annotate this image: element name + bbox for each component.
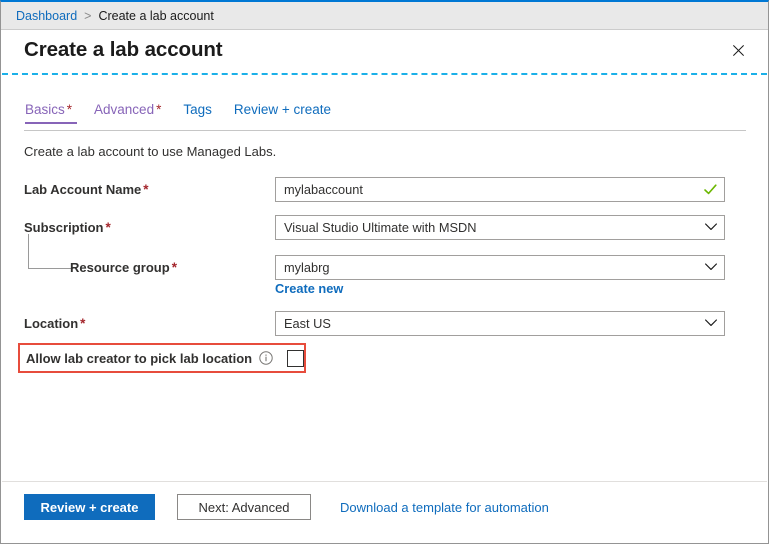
tab-basics-label: Basics <box>25 102 65 117</box>
tab-tags[interactable]: Tags <box>172 102 223 124</box>
breadcrumb-current-page: Create a lab account <box>98 8 214 23</box>
review-create-button[interactable]: Review + create <box>24 494 155 520</box>
tab-tags-label: Tags <box>183 102 212 117</box>
tab-basics[interactable]: Basics * <box>24 102 83 124</box>
resource-group-label-text: Resource group <box>70 259 170 275</box>
tab-basics-required-marker: * <box>66 102 73 117</box>
tab-review-create-label: Review + create <box>233 102 332 117</box>
allow-lab-creator-location-checkbox[interactable] <box>287 349 305 367</box>
create-lab-account-blade: Dashboard > Create a lab account Create … <box>0 0 769 544</box>
tab-advanced[interactable]: Advanced * <box>83 102 172 124</box>
create-new-resource-group-link[interactable]: Create new <box>275 281 343 296</box>
allow-lab-creator-location-row: Allow lab creator to pick lab location <box>18 343 306 373</box>
lab-account-name-label-text: Lab Account Name <box>24 181 142 197</box>
lab-account-name-input[interactable]: mylabaccount <box>275 176 725 202</box>
lab-account-name-value: mylabaccount <box>284 181 363 197</box>
subscription-required-marker: * <box>105 219 111 235</box>
form-description: Create a lab account to use Managed Labs… <box>24 144 277 159</box>
lab-account-name-label: Lab Account Name * <box>24 182 275 197</box>
lab-account-name-required-marker: * <box>143 181 149 197</box>
field-row-lab-account-name: Lab Account Name * mylabaccount <box>24 176 746 202</box>
close-icon[interactable] <box>724 36 752 64</box>
resource-group-required-marker: * <box>171 259 177 275</box>
wizard-tabs: Basics * Advanced * Tags Review + create <box>24 102 746 131</box>
chevron-down-icon[interactable] <box>704 261 717 274</box>
chevron-down-icon[interactable] <box>704 317 717 330</box>
location-label-text: Location <box>24 315 79 331</box>
breadcrumb-link-dashboard[interactable]: Dashboard <box>16 9 77 23</box>
footer-divider <box>2 481 767 482</box>
subscription-label-text: Subscription <box>24 219 104 235</box>
subscription-value: Visual Studio Ultimate with MSDN <box>284 219 477 235</box>
checkmark-icon <box>703 182 717 196</box>
allow-lab-creator-location-label: Allow lab creator to pick lab location <box>26 350 253 366</box>
wizard-footer: Review + create Next: Advanced Download … <box>24 494 549 520</box>
location-dropdown[interactable]: East US <box>275 310 725 336</box>
field-row-resource-group: Resource group * mylabrg <box>24 254 746 280</box>
location-label: Location * <box>24 316 275 331</box>
blade-dashed-divider <box>2 73 767 75</box>
info-icon[interactable] <box>259 351 273 365</box>
resource-group-dropdown[interactable]: mylabrg <box>275 254 725 280</box>
field-row-location: Location * East US <box>24 310 746 336</box>
page-title: Create a lab account <box>24 38 223 61</box>
resource-group-label: Resource group * <box>24 260 275 275</box>
location-required-marker: * <box>80 315 86 331</box>
download-template-link[interactable]: Download a template for automation <box>340 500 549 515</box>
resource-group-value: mylabrg <box>284 259 330 275</box>
location-value: East US <box>284 315 331 331</box>
breadcrumb: Dashboard > Create a lab account <box>1 2 768 30</box>
subscription-dropdown[interactable]: Visual Studio Ultimate with MSDN <box>275 214 725 240</box>
chevron-down-icon[interactable] <box>704 221 717 234</box>
breadcrumb-separator-icon: > <box>84 8 92 23</box>
field-row-subscription: Subscription * Visual Studio Ultimate wit… <box>24 214 746 240</box>
tab-review-create[interactable]: Review + create <box>223 102 342 124</box>
next-advanced-button[interactable]: Next: Advanced <box>177 494 311 520</box>
blade-header: Create a lab account <box>1 31 768 69</box>
subscription-label: Subscription * <box>24 220 275 235</box>
tab-advanced-required-marker: * <box>156 102 162 117</box>
tab-advanced-label: Advanced <box>94 102 155 117</box>
